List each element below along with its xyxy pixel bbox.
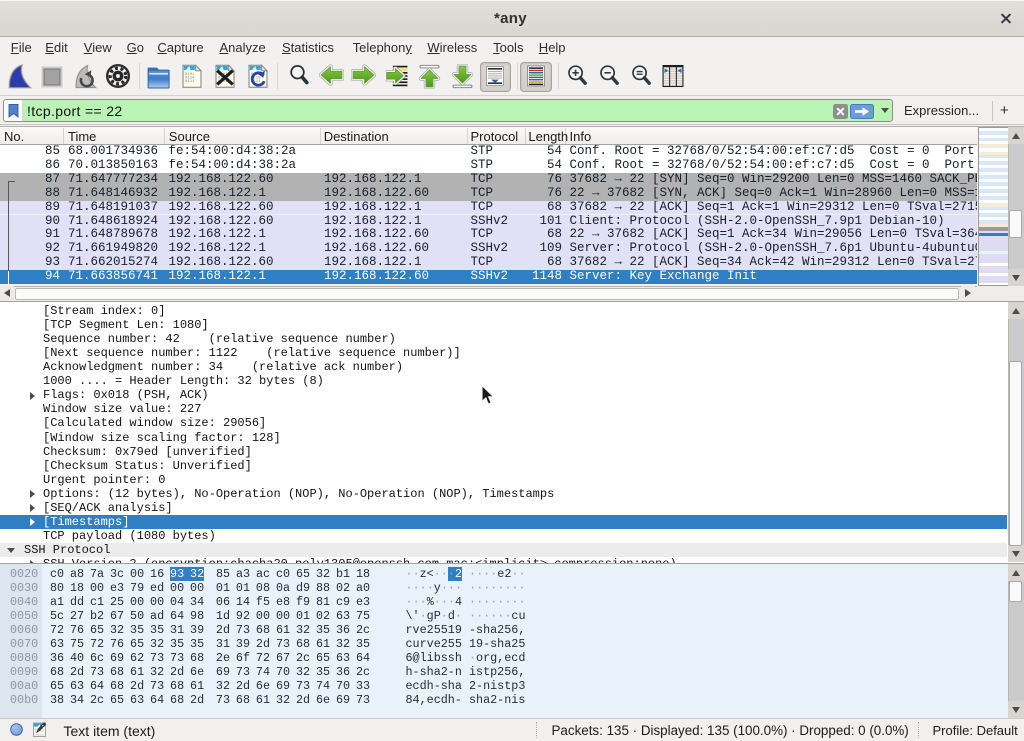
svg-text:0111: 0111 [185,80,195,84]
